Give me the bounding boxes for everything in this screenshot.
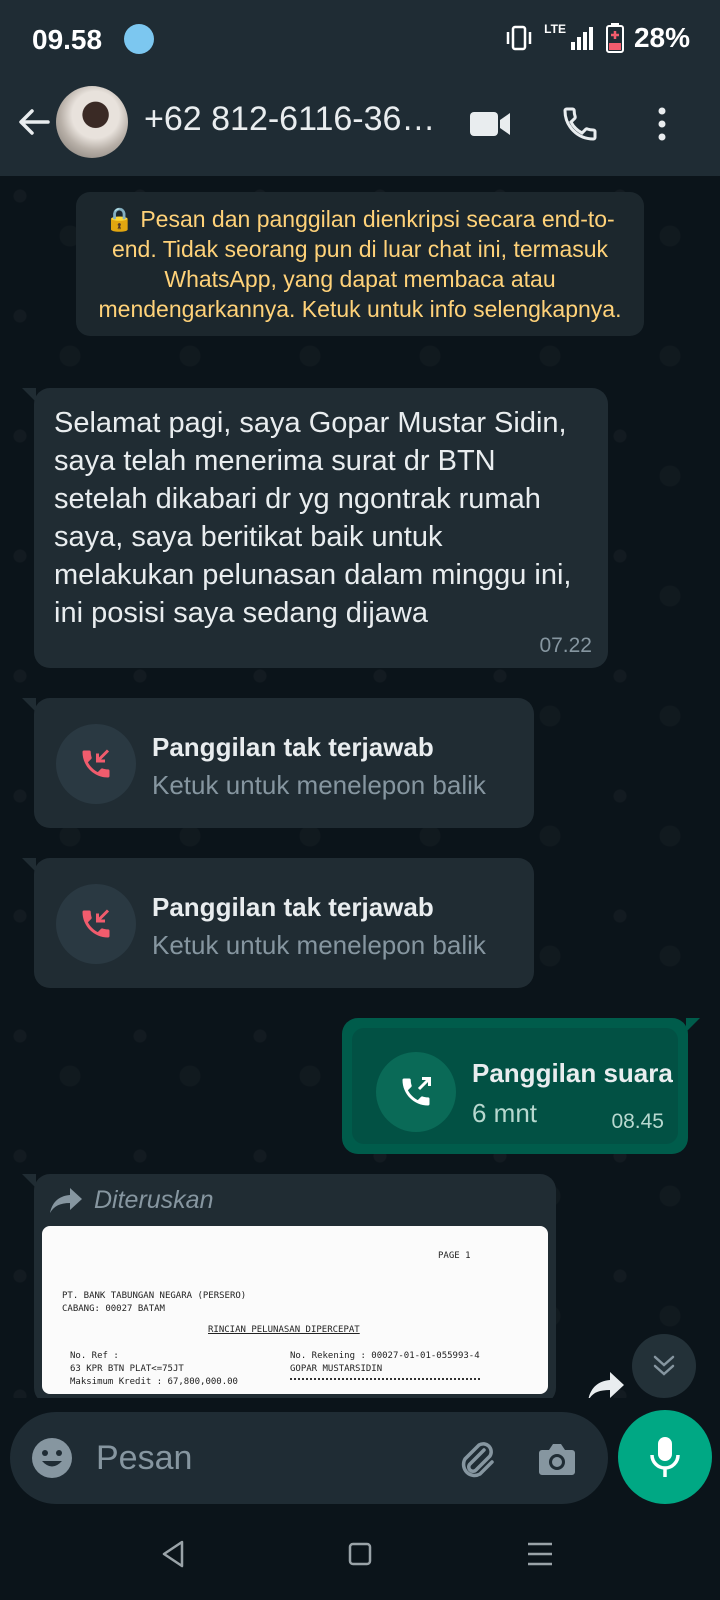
call-card: Panggilan suara 6 mnt 08.45: [352, 1028, 678, 1144]
call-subtitle: Ketuk untuk menelepon balik: [152, 930, 486, 960]
message-time: 07.22: [539, 634, 592, 657]
message-input[interactable]: [96, 1432, 416, 1484]
more-options-icon[interactable]: [638, 100, 686, 148]
call-title: Panggilan tak terjawab: [152, 732, 434, 762]
outgoing-call-bubble[interactable]: Panggilan suara 6 mnt 08.45: [342, 1018, 700, 1154]
vibrate-icon: [506, 25, 532, 51]
doc-max-credit: Maksimum Kredit : 67,800,000.00: [70, 1377, 238, 1387]
doc-ref-value: 63 KPR BTN PLAT<=75JT: [70, 1364, 184, 1374]
microphone-icon: [650, 1437, 680, 1477]
double-chevron-down-icon: [653, 1355, 675, 1376]
nav-home-icon[interactable]: [338, 1532, 382, 1576]
missed-call-bubble[interactable]: Panggilan tak terjawab Ketuk untuk menel…: [22, 698, 534, 828]
doc-heading: RINCIAN PELUNASAN DIPERCEPAT: [208, 1325, 360, 1335]
doc-divider: [290, 1378, 480, 1380]
camera-icon[interactable]: [534, 1436, 580, 1482]
doc-page: PAGE 1: [438, 1251, 471, 1261]
missed-call-icon: [56, 884, 136, 964]
system-nav-bar: [0, 1510, 720, 1600]
outgoing-call-icon: [376, 1052, 456, 1132]
forwarded-image-bubble[interactable]: Diteruskan PAGE 1 PT. BANK TABUNGAN NEGA…: [22, 1174, 556, 1398]
signal-icon: [570, 27, 593, 50]
avatar[interactable]: [56, 86, 128, 158]
chat-area[interactable]: 🔒 Pesan dan panggilan dienkripsi secara …: [0, 176, 720, 1398]
battery-percent: 28%: [633, 22, 690, 53]
doc-branch: CABANG: 00027 BATAM: [62, 1304, 165, 1314]
nav-back-icon[interactable]: [152, 1532, 196, 1576]
call-title: Panggilan suara: [472, 1058, 673, 1088]
call-title: Panggilan tak terjawab: [152, 892, 434, 922]
call-subtitle: Ketuk untuk menelepon balik: [152, 770, 486, 800]
forwarded-document-image[interactable]: PAGE 1 PT. BANK TABUNGAN NEGARA (PERSERO…: [42, 1226, 548, 1394]
status-time: 09.58: [32, 24, 103, 55]
doc-account: No. Rekening : 00027-01-01-055993-4: [290, 1351, 480, 1361]
chat-header: +62 812-6116-36…: [0, 80, 720, 176]
doc-name: GOPAR MUSTARSIDIN: [290, 1364, 383, 1374]
network-type: LTE: [544, 22, 566, 36]
share-forward-icon[interactable]: [584, 1366, 628, 1398]
battery-icon: [605, 23, 624, 53]
attach-icon[interactable]: [454, 1436, 500, 1482]
message-bubble[interactable]: Selamat pagi, saya Gopar Mustar Sidin, s…: [22, 388, 608, 668]
forwarded-icon: [50, 1188, 82, 1213]
missed-call-icon: [56, 724, 136, 804]
back-arrow-icon[interactable]: [12, 100, 56, 144]
nav-recents-icon[interactable]: [518, 1532, 562, 1576]
doc-bank: PT. BANK TABUNGAN NEGARA (PERSERO): [62, 1291, 247, 1301]
call-duration: 6 mnt: [472, 1098, 538, 1128]
emoji-icon[interactable]: [30, 1436, 74, 1480]
missed-call-bubble[interactable]: Panggilan tak terjawab Ketuk untuk menel…: [22, 858, 534, 988]
status-icons: LTE 28%: [504, 22, 690, 54]
scroll-to-bottom-button[interactable]: [632, 1334, 696, 1398]
forwarded-label: Diteruskan: [94, 1186, 214, 1214]
notification-app-icon: [124, 24, 154, 54]
voice-record-button[interactable]: [618, 1410, 712, 1504]
doc-ref-label: No. Ref :: [70, 1351, 119, 1361]
message-composer: [10, 1412, 608, 1504]
message-time: 08.45: [611, 1110, 664, 1133]
status-bar: 09.58 LTE 28%: [0, 0, 720, 80]
video-call-icon[interactable]: [466, 100, 514, 148]
voice-call-icon[interactable]: [556, 100, 604, 148]
contact-name[interactable]: +62 812-6116-36…: [144, 100, 444, 139]
message-text: Selamat pagi, saya Gopar Mustar Sidin, s…: [54, 407, 572, 629]
encryption-notice[interactable]: 🔒 Pesan dan panggilan dienkripsi secara …: [76, 192, 644, 336]
